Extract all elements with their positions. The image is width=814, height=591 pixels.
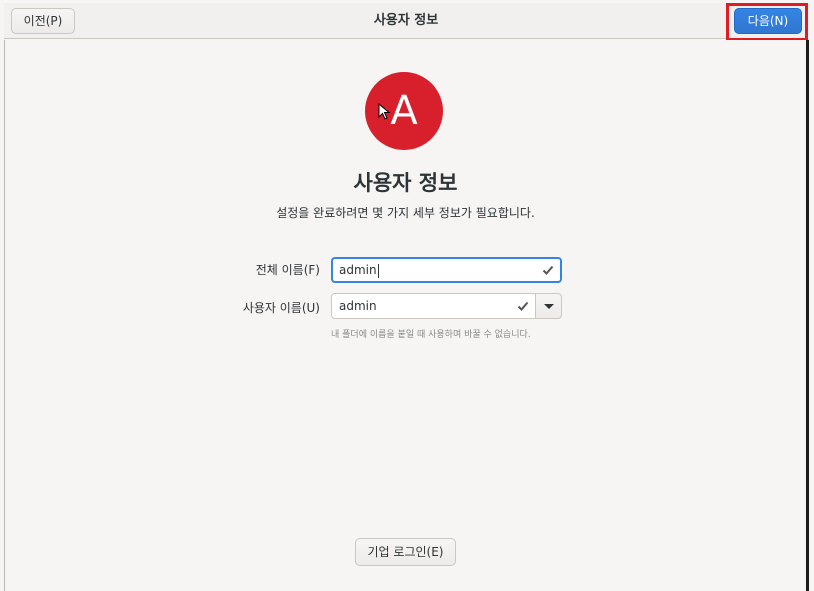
username-label: 사용자 이름(U) <box>242 301 320 315</box>
check-icon <box>542 265 554 275</box>
content-area: A 사용자 정보 설정을 완료하려면 몇 가지 세부 정보가 필요합니다. 전체… <box>5 40 806 591</box>
text-caret <box>377 263 379 278</box>
window-title: 사용자 정보 <box>373 13 439 28</box>
avatar[interactable]: A <box>365 72 443 150</box>
chevron-down-icon <box>544 304 554 309</box>
username-dropdown-button[interactable] <box>535 293 562 319</box>
check-icon <box>517 301 529 311</box>
username-hint: 내 폴더에 이름을 붙일 때 사용하며 바꿀 수 없습니다. <box>331 330 531 340</box>
page-title: 사용자 정보 <box>353 171 458 195</box>
back-button[interactable]: 이전(P) <box>11 8 75 34</box>
header-bar: 사용자 정보 이전(P) 다음(N) <box>4 3 808 39</box>
enterprise-login-button[interactable]: 기업 로그인(E) <box>355 538 456 566</box>
window-right-border <box>806 40 809 591</box>
username-value: admin <box>339 299 377 313</box>
fullname-value: admin <box>339 263 377 277</box>
next-button[interactable]: 다음(N) <box>734 8 802 34</box>
cursor-icon <box>378 103 391 120</box>
username-input[interactable]: admin <box>331 293 536 319</box>
page-subtitle: 설정을 완료하려면 몇 가지 세부 정보가 필요합니다. <box>276 206 535 220</box>
fullname-label: 전체 이름(F) <box>255 263 320 277</box>
fullname-input[interactable]: admin <box>331 257 562 283</box>
setup-window: 사용자 정보 이전(P) 다음(N) A 사용자 정보 설정을 완료하려면 몇 … <box>0 0 814 591</box>
